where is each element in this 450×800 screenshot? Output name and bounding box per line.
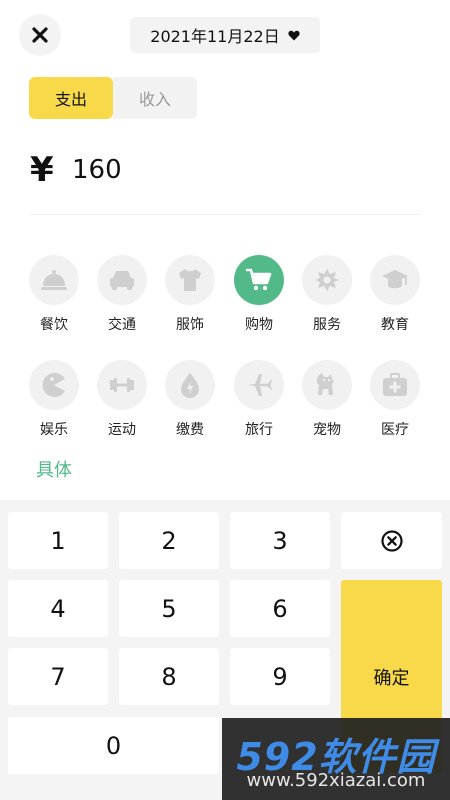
category-label: 服饰 bbox=[176, 317, 204, 333]
category-label: 缴费 bbox=[176, 422, 204, 438]
category-label: 交通 bbox=[108, 317, 136, 333]
key-8[interactable]: 8 bbox=[119, 648, 219, 705]
date-label: 2021年11月22日 bbox=[150, 27, 280, 46]
category-label: 医疗 bbox=[381, 422, 409, 438]
key-7[interactable]: 7 bbox=[8, 648, 108, 705]
category-pets[interactable]: 宠物 bbox=[297, 360, 357, 439]
amount-display: ¥ 160 bbox=[30, 148, 122, 192]
service-icon bbox=[315, 269, 339, 291]
tshirt-icon bbox=[179, 269, 201, 291]
dog-icon bbox=[316, 373, 334, 395]
key-5[interactable]: 5 bbox=[119, 580, 219, 637]
key-4[interactable]: 4 bbox=[8, 580, 108, 637]
category-label: 购物 bbox=[245, 317, 273, 333]
amount-value: 160 bbox=[72, 155, 122, 185]
category-service[interactable]: 服务 bbox=[297, 255, 357, 334]
detail-link[interactable]: 具体 bbox=[36, 456, 72, 482]
category-shopping[interactable]: 购物 bbox=[229, 255, 289, 334]
category-label: 服务 bbox=[313, 317, 341, 333]
category-travel[interactable]: 旅行 bbox=[229, 360, 289, 439]
delete-button[interactable] bbox=[341, 512, 442, 569]
medkit-icon bbox=[383, 373, 407, 396]
category-education[interactable]: 教育 bbox=[365, 255, 425, 334]
currency-symbol: ¥ bbox=[30, 150, 54, 190]
pacman-icon bbox=[42, 373, 65, 397]
cloche-icon bbox=[41, 270, 67, 290]
category-label: 旅行 bbox=[245, 422, 273, 438]
water-drop-icon bbox=[181, 373, 199, 398]
divider bbox=[30, 214, 420, 215]
category-label: 餐饮 bbox=[40, 317, 68, 333]
category-label: 教育 bbox=[381, 317, 409, 333]
key-3[interactable]: 3 bbox=[230, 512, 330, 569]
car-icon bbox=[110, 271, 134, 290]
delete-icon bbox=[380, 529, 403, 552]
category-label: 娱乐 bbox=[40, 422, 68, 438]
key-9[interactable]: 9 bbox=[230, 648, 330, 705]
close-button[interactable] bbox=[19, 14, 61, 56]
category-medical[interactable]: 医疗 bbox=[365, 360, 425, 439]
key-1[interactable]: 1 bbox=[8, 512, 108, 569]
tab-income[interactable]: 收入 bbox=[113, 77, 197, 119]
category-sports[interactable]: 运动 bbox=[92, 360, 152, 439]
airplane-icon bbox=[247, 374, 272, 396]
heart-icon bbox=[288, 30, 300, 40]
category-dining[interactable]: 餐饮 bbox=[24, 255, 84, 334]
watermark-url: www.592xiazai.com bbox=[246, 770, 426, 791]
date-selector[interactable]: 2021年11月22日 bbox=[130, 17, 320, 53]
tab-expense[interactable]: 支出 bbox=[29, 77, 113, 119]
category-label: 宠物 bbox=[313, 422, 341, 438]
cart-icon bbox=[245, 268, 272, 291]
close-icon bbox=[32, 27, 48, 43]
key-2[interactable]: 2 bbox=[119, 512, 219, 569]
category-clothing[interactable]: 服饰 bbox=[160, 255, 220, 334]
key-0[interactable]: 0 bbox=[8, 717, 219, 774]
category-transport[interactable]: 交通 bbox=[92, 255, 152, 334]
key-6[interactable]: 6 bbox=[230, 580, 330, 637]
category-entertainment[interactable]: 娱乐 bbox=[24, 360, 84, 439]
watermark: 592软件园 www.592xiazai.com bbox=[222, 718, 450, 800]
graduation-cap-icon bbox=[382, 270, 408, 289]
category-bills[interactable]: 缴费 bbox=[160, 360, 220, 439]
dumbbell-icon bbox=[110, 378, 134, 392]
category-label: 运动 bbox=[108, 422, 136, 438]
